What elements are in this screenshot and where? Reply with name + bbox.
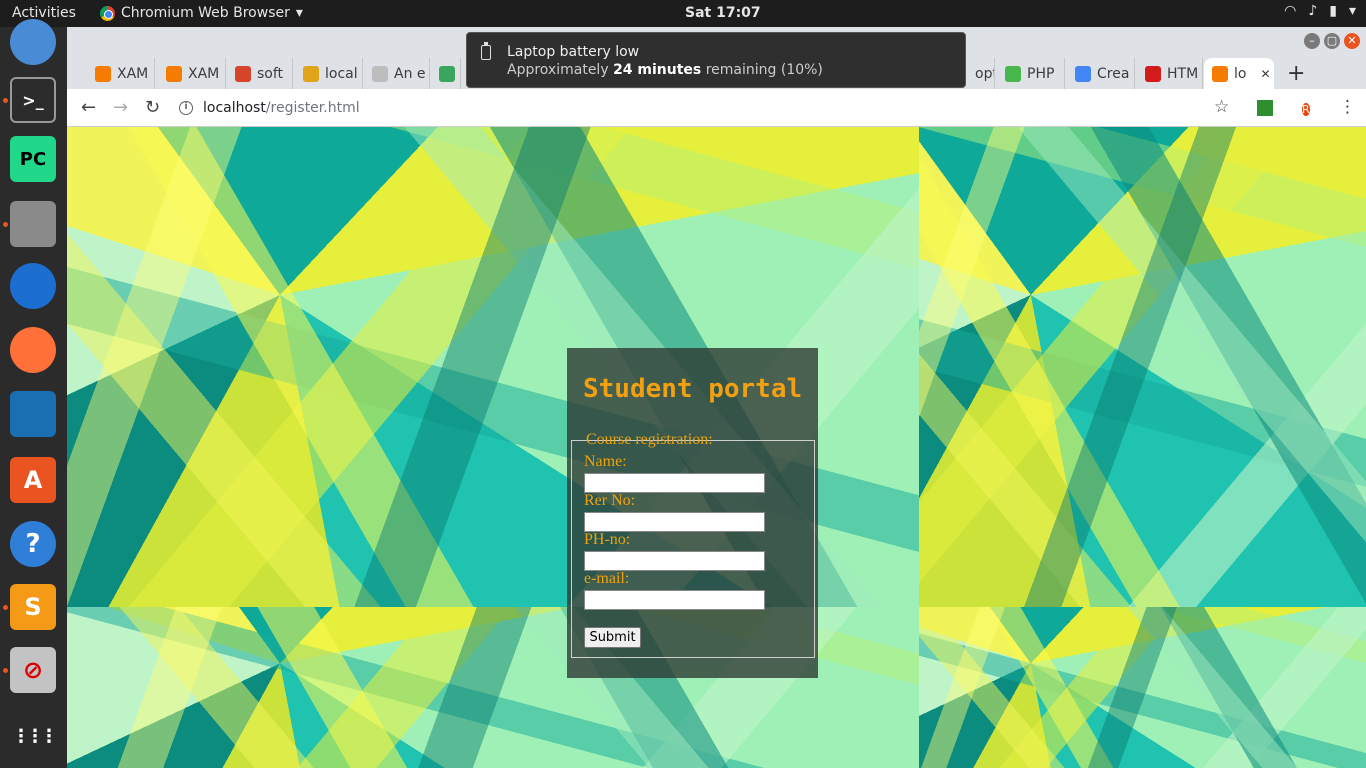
- favicon-icon: [1212, 65, 1228, 82]
- browser-toolbar: ← → ↻ i localhost/register.html ☆ R ⋮: [67, 89, 1366, 127]
- thunderbird-icon[interactable]: [10, 263, 56, 309]
- tab-label: soft: [257, 65, 284, 82]
- info-icon[interactable]: i: [179, 101, 193, 115]
- browser-tab[interactable]: Crea: [1067, 58, 1135, 89]
- menu-icon[interactable]: ⋮: [1339, 97, 1356, 117]
- favicon-icon: [1075, 65, 1091, 82]
- browser-tab[interactable]: soft: [227, 58, 293, 89]
- reg-no-input[interactable]: [584, 512, 765, 532]
- favicon-icon: [166, 65, 182, 82]
- browser-tab[interactable]: PHP: [997, 58, 1065, 89]
- browser-tab[interactable]: [431, 58, 461, 89]
- phone-input[interactable]: [584, 551, 765, 571]
- email-input[interactable]: [584, 590, 765, 610]
- favicon-icon: [372, 65, 388, 82]
- favicon-icon: [95, 65, 111, 82]
- files-icon[interactable]: [10, 201, 56, 247]
- close-window-button[interactable]: ✕: [1344, 33, 1360, 49]
- favicon-icon: [1005, 65, 1021, 82]
- browser-tab[interactable]: local: [295, 58, 363, 89]
- registration-fieldset: Course registration: Name: Rer No: PH-no…: [571, 431, 815, 658]
- window-controls: – ▢ ✕: [1304, 33, 1360, 49]
- reload-button[interactable]: ↻: [145, 97, 160, 118]
- battery-icon: ▮: [1329, 3, 1337, 19]
- tab-label: XAM: [188, 65, 220, 82]
- app-menu[interactable]: Chromium Web Browser ▾: [100, 5, 303, 21]
- address-bar[interactable]: i localhost/register.html: [179, 93, 1199, 123]
- tab-label: local: [325, 65, 358, 82]
- favicon-icon: [439, 65, 455, 82]
- running-indicator: [3, 605, 8, 610]
- fieldset-legend: Course registration:: [586, 431, 713, 448]
- battery-notification[interactable]: Laptop battery low Approximately 24 minu…: [466, 32, 966, 88]
- chromium-icon: [100, 5, 115, 21]
- tab-label: opt: [975, 65, 994, 82]
- background-tile: [919, 127, 1366, 607]
- pycharm-icon[interactable]: PC: [10, 136, 56, 182]
- tab-label: XAM: [117, 65, 149, 82]
- name-label: Name:: [584, 453, 627, 470]
- help-icon[interactable]: ?: [10, 521, 56, 567]
- firefox-icon[interactable]: [10, 327, 56, 373]
- chevron-down-icon: ▾: [1348, 3, 1356, 19]
- system-tray[interactable]: ◠ ♪ ▮ ▾: [1284, 3, 1356, 19]
- chevron-down-icon: ▾: [295, 5, 303, 21]
- notification-title: Laptop battery low: [507, 44, 640, 60]
- extension-icon[interactable]: [1257, 100, 1273, 116]
- running-indicator: [3, 668, 8, 673]
- favicon-icon: [303, 65, 319, 82]
- volume-icon: ♪: [1308, 3, 1318, 19]
- forward-button[interactable]: →: [113, 97, 128, 118]
- notification-body: Approximately 24 minutes remaining (10%): [507, 62, 823, 78]
- terminal-icon[interactable]: >_: [10, 77, 56, 123]
- dock: >_ PC A? S ⊘ ⋮⋮⋮: [0, 19, 67, 768]
- name-input[interactable]: [584, 473, 765, 493]
- page-title: Student portal: [583, 374, 803, 404]
- browser-tab[interactable]: An e: [364, 58, 430, 89]
- software-center-icon[interactable]: A: [10, 457, 56, 503]
- tab-label: An e: [394, 65, 426, 82]
- sublime-icon[interactable]: S: [10, 584, 56, 630]
- browser-tab[interactable]: XAM: [158, 58, 226, 89]
- clock[interactable]: Sat 17:07: [685, 5, 761, 21]
- close-tab-icon[interactable]: ✕: [1260, 67, 1270, 81]
- favicon-icon: [1145, 65, 1161, 82]
- tab-label: Crea: [1097, 65, 1130, 82]
- favicon-icon: [235, 65, 251, 82]
- email-label: e-mail:: [584, 570, 630, 587]
- registration-panel: Student portal Course registration: Name…: [567, 348, 818, 678]
- tab-label: HTM: [1167, 65, 1199, 82]
- back-button[interactable]: ←: [81, 97, 96, 118]
- profile-avatar[interactable]: R: [1302, 98, 1310, 120]
- browser-tab[interactable]: lo ✕: [1204, 58, 1274, 89]
- running-indicator: [3, 98, 8, 103]
- background-tile: [919, 607, 1366, 768]
- page-viewport: Student portal Course registration: Name…: [67, 127, 1366, 768]
- blocked-app-icon[interactable]: ⊘: [10, 647, 56, 693]
- url-host: localhost: [203, 100, 266, 116]
- activities-button[interactable]: Activities: [12, 5, 76, 21]
- reg-no-label: Rer No:: [584, 492, 636, 509]
- wifi-icon: ◠: [1284, 3, 1297, 19]
- submit-button[interactable]: Submit: [584, 627, 641, 648]
- browser-tab[interactable]: HTM: [1137, 58, 1203, 89]
- phone-label: PH-no:: [584, 531, 631, 548]
- browser-tab[interactable]: XAM: [87, 58, 155, 89]
- writer-icon[interactable]: [10, 391, 56, 437]
- new-tab-button[interactable]: +: [1287, 61, 1305, 86]
- minimize-button[interactable]: –: [1304, 33, 1320, 49]
- app-menu-label: Chromium Web Browser: [121, 5, 290, 21]
- tab-label: lo: [1234, 65, 1247, 82]
- chromium-icon[interactable]: [10, 19, 56, 65]
- battery-icon: [481, 42, 491, 60]
- url-path: /register.html: [265, 100, 360, 116]
- bookmark-star-icon[interactable]: ☆: [1214, 97, 1229, 117]
- gnome-top-bar: Activities Chromium Web Browser ▾ Sat 17…: [0, 0, 1366, 27]
- running-indicator: [3, 222, 8, 227]
- show-apps-icon[interactable]: ⋮⋮⋮: [10, 713, 58, 759]
- tab-label: PHP: [1027, 65, 1055, 82]
- maximize-button[interactable]: ▢: [1324, 33, 1340, 49]
